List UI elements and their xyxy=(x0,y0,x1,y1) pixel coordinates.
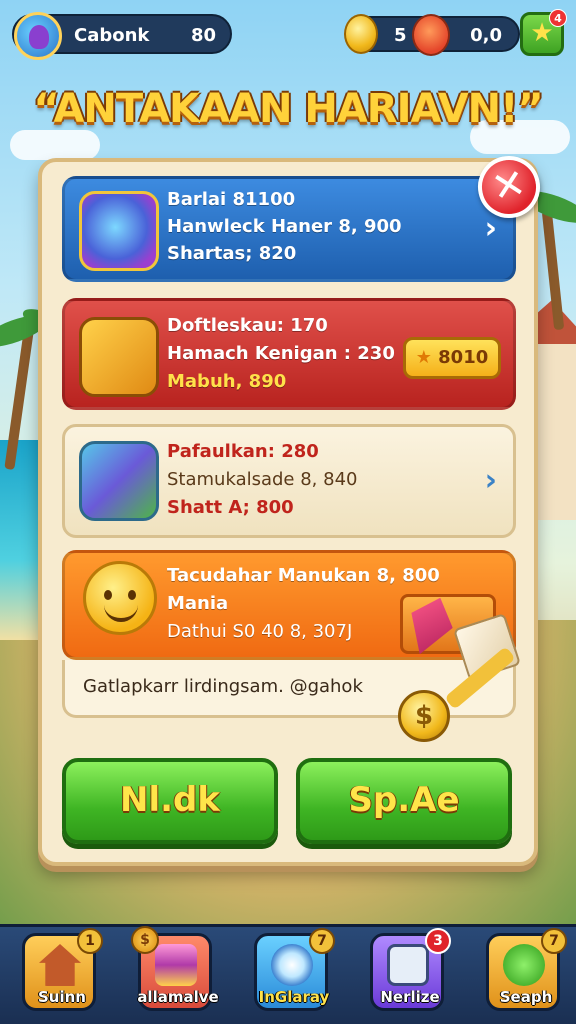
coin-icon: $ xyxy=(398,690,450,742)
task-detail: Hanwleck Haner 8, 900 xyxy=(167,216,402,237)
nav-label: InGlaray xyxy=(258,988,330,1006)
gem-count: 0,0 xyxy=(470,25,502,46)
task-reward: Shartas; 820 xyxy=(167,243,297,264)
leaf-icon xyxy=(503,944,545,986)
star-icon: ★ xyxy=(415,347,432,368)
nav-badge: 7 xyxy=(309,928,335,954)
task-detail: Mania xyxy=(167,593,229,614)
nav-label: Seaph xyxy=(499,988,553,1006)
house-icon xyxy=(39,944,81,986)
player-name: Cabonk xyxy=(74,25,150,46)
crate-icon xyxy=(79,441,159,521)
treasure-chest-icon xyxy=(79,317,159,397)
coin-icon xyxy=(344,14,378,54)
task-card-2[interactable]: Doftleskau: 170 Hamach Kenigan : 230 Mab… xyxy=(62,298,516,410)
right-action-button[interactable]: Sp.Ae xyxy=(296,758,512,844)
loot-decoration: $ xyxy=(380,590,540,742)
bottom-nav: 1 Suinn $ allamalve 7 InGlaray 3 Nerlize… xyxy=(0,924,576,1024)
chevron-right-icon[interactable]: › xyxy=(485,463,497,498)
task-card-3[interactable]: Pafaulkan: 280 Stamukalsade 8, 840 Shatt… xyxy=(62,424,516,538)
compass-icon xyxy=(271,944,313,986)
nav-item-mail[interactable]: 3 Nerlize xyxy=(370,928,451,1011)
nav-label: Suinn xyxy=(38,988,86,1006)
task-reward: Shatt A; 800 xyxy=(167,497,294,518)
nav-badge: 3 xyxy=(425,928,451,954)
task-title: Pafaulkan: 280 xyxy=(167,441,319,462)
left-action-button[interactable]: Nl.dk xyxy=(62,758,278,844)
mail-icon xyxy=(387,944,429,986)
nav-item-shop[interactable]: $ allamalve xyxy=(131,926,219,1011)
coin-icon: $ xyxy=(131,926,159,954)
gem-icon xyxy=(399,590,461,661)
task-detail: Hamach Kenigan : 230 xyxy=(167,343,395,364)
nav-badge: 1 xyxy=(77,928,103,954)
add-currency-button[interactable]: ★ 4 xyxy=(520,9,567,56)
globe-crown-icon xyxy=(79,191,159,271)
nav-badge: 7 xyxy=(541,928,567,954)
gift-chest-icon xyxy=(155,944,197,986)
cloud xyxy=(10,130,100,160)
task-reward: Dathui S0 40 8, 307J xyxy=(167,621,353,642)
nav-item-search[interactable]: 7 Seaph xyxy=(486,928,567,1011)
resource-bar: 5 0,0 xyxy=(344,14,520,56)
reward-amount: 8010 xyxy=(438,347,489,368)
chevron-right-icon[interactable]: › xyxy=(485,211,497,246)
task-title: Barlai 81100 xyxy=(167,189,296,210)
claim-reward-button[interactable]: ★ 8010 xyxy=(403,337,501,379)
nav-item-explore[interactable]: 7 InGlaray xyxy=(254,928,335,1011)
page-title: “ANTAKAAN HARIAVN!” xyxy=(33,86,543,132)
nav-label: allamalve xyxy=(137,988,219,1006)
task-reward: Mabuh, 890 xyxy=(167,371,287,392)
task-title: Doftleskau: 170 xyxy=(167,315,328,336)
nav-item-home[interactable]: 1 Suinn xyxy=(22,928,103,1011)
notification-badge: 4 xyxy=(549,9,567,27)
task-card-1[interactable]: Barlai 81100 Hanwleck Haner 8, 900 Shart… xyxy=(62,176,516,282)
smiley-fruit-icon xyxy=(83,561,157,635)
nav-label: Nerlize xyxy=(380,988,440,1006)
player-level: 80 xyxy=(190,25,216,46)
task-footer-text: Gatlapkarr lirdingsam. @gahok xyxy=(83,676,363,697)
player-profile[interactable]: Cabonk 80 xyxy=(12,12,232,60)
avatar[interactable] xyxy=(14,12,62,60)
top-hud: Cabonk 80 5 0,0 ★ 4 xyxy=(0,9,576,60)
task-title: Tacudahar Manukan 8, 800 xyxy=(167,565,440,586)
coin-count: 5 xyxy=(394,25,407,46)
task-detail: Stamukalsade 8, 840 xyxy=(167,469,358,490)
gem-icon xyxy=(412,14,450,56)
